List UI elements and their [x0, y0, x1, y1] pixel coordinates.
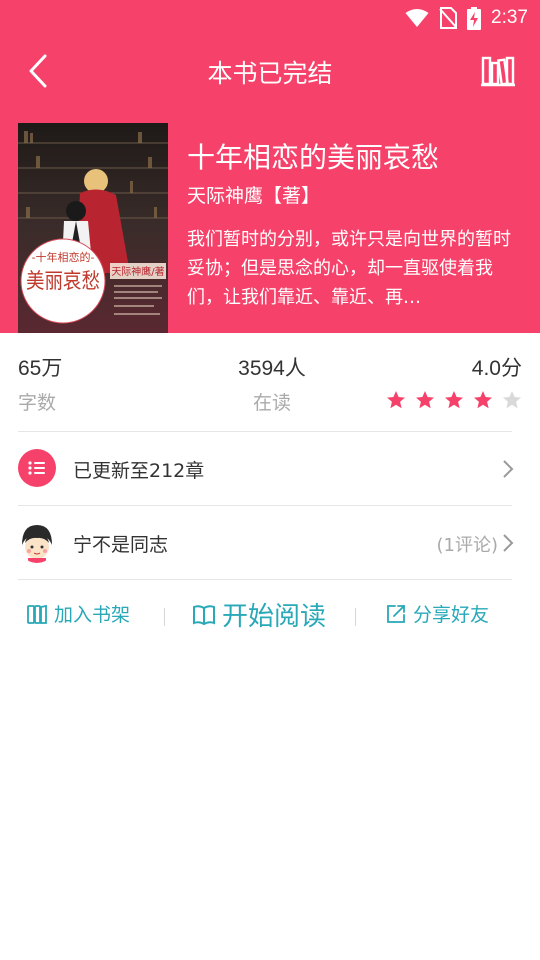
stat-readers: 3594人 在读 [232, 352, 312, 415]
start-reading-label: 开始阅读 [222, 602, 327, 632]
bookshelf-icon [481, 56, 515, 87]
list-icon-badge [18, 449, 56, 487]
rating-value: 4.0分 [471, 357, 522, 380]
stat-rating: 4.0分 [386, 352, 522, 410]
comment-count: (1评论) [436, 535, 499, 556]
start-reading-button[interactable]: 开始阅读 [192, 596, 326, 633]
user-avatar-icon [18, 523, 56, 563]
readers-label: 在读 [252, 392, 291, 414]
status-bar: 2:37 [0, 0, 540, 36]
book-description[interactable]: 我们暂时的分别，或许只是向世界的暂时妥协；但是思念的心，却一直驱使着我们，让我们… [187, 225, 527, 312]
book-title: 十年相恋的美丽哀愁 [187, 141, 440, 174]
chapter-update-label: 已更新至212章 [73, 460, 205, 482]
comment-user-name: 宁不是同志 [73, 534, 169, 556]
share-button[interactable]: 分享好友 [385, 600, 489, 627]
list-icon [28, 461, 45, 475]
cover-illustration: -十年相恋的- 美丽哀愁 天际神鹰/著 [18, 123, 168, 333]
comment-row[interactable]: 宁不是同志 (1评论) [0, 506, 540, 580]
no-sim-icon [439, 7, 458, 29]
share-label: 分享好友 [413, 604, 490, 626]
avatar[interactable] [18, 523, 56, 563]
action-separator [355, 608, 356, 626]
rating-stars [386, 390, 522, 410]
add-to-shelf-label: 加入书架 [54, 604, 131, 626]
add-to-shelf-button[interactable]: 加入书架 [26, 600, 130, 627]
open-book-icon [193, 604, 215, 625]
book-author[interactable]: 天际神鹰【著】 [187, 181, 320, 208]
battery-charging-icon [467, 6, 482, 30]
star-icon [503, 391, 521, 409]
chevron-right-icon [503, 534, 514, 552]
star-icon [445, 391, 463, 409]
chevron-right-icon [503, 460, 514, 478]
action-separator [164, 608, 165, 626]
nav-bar: 本书已完结 [0, 36, 540, 106]
divider [18, 579, 512, 580]
cover-author-tag: 天际神鹰/著 [111, 265, 164, 278]
wifi-icon [405, 9, 429, 27]
page-title: 本书已完结 [207, 59, 333, 88]
star-icon [416, 391, 434, 409]
chapter-list-row[interactable]: 已更新至212章 [0, 432, 540, 506]
status-time: 2:37 [491, 7, 528, 28]
action-bar: 加入书架 开始阅读 分享好友 [0, 592, 540, 642]
bookshelf-button[interactable] [480, 52, 516, 90]
bookshelf-add-icon [27, 604, 47, 624]
star-icon [474, 391, 492, 409]
stat-word-count: 65万 字数 [18, 352, 62, 415]
word-count-label: 字数 [18, 392, 57, 414]
word-count-value: 65万 [18, 357, 63, 380]
star-icon [387, 391, 405, 409]
book-cover[interactable]: -十年相恋的- 美丽哀愁 天际神鹰/著 [18, 123, 168, 333]
cover-badge-main: 美丽哀愁 [26, 269, 100, 293]
share-icon [387, 604, 405, 623]
readers-value: 3594人 [238, 357, 306, 380]
cover-badge-top: -十年相恋的- [32, 250, 95, 264]
